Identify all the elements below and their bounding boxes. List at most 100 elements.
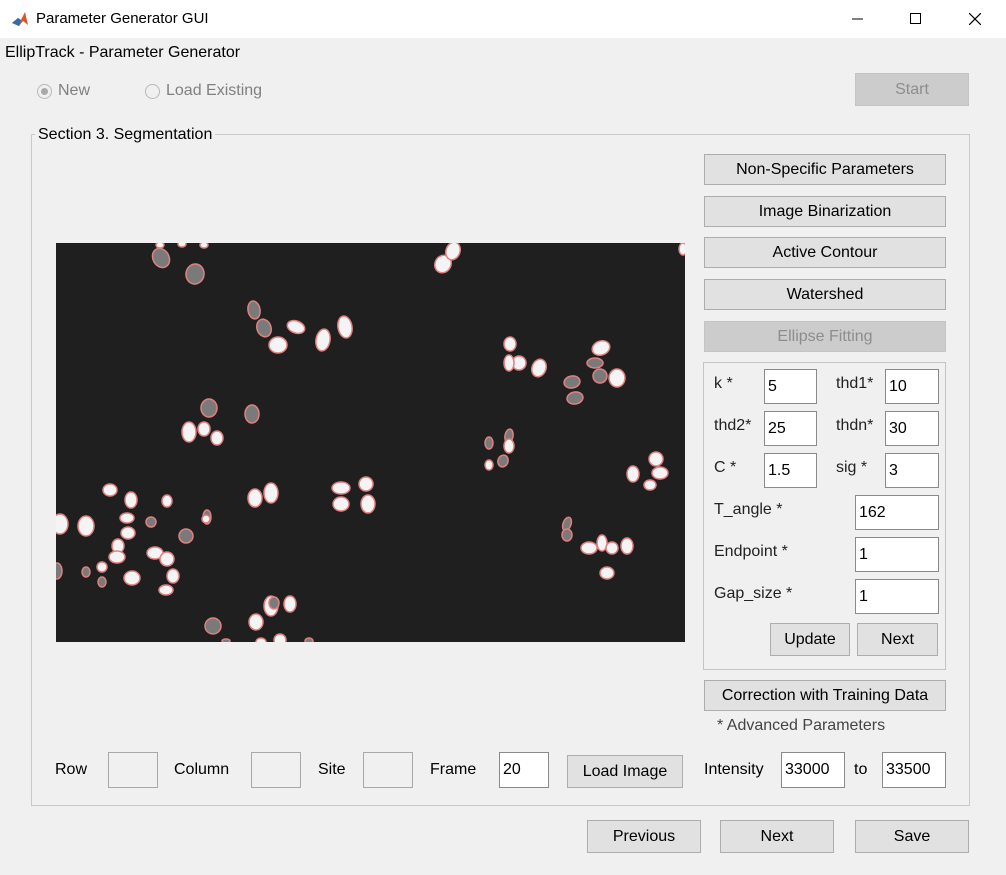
sig-label: sig * — [836, 459, 868, 476]
segmented-cell — [592, 368, 608, 384]
segmented-cell — [608, 368, 626, 388]
segmented-cell — [199, 243, 209, 249]
k-input[interactable] — [764, 369, 817, 404]
thd2-input[interactable] — [764, 411, 817, 446]
t-angle-label: T_angle * — [714, 501, 783, 518]
segmented-cell — [331, 481, 351, 495]
update-button[interactable]: Update — [770, 623, 850, 656]
segmented-cell — [315, 328, 331, 352]
close-icon — [969, 13, 981, 25]
app-heading: EllipTrack - Parameter Generator — [5, 44, 241, 61]
segmented-cell — [599, 566, 615, 580]
thdn-label: thdn* — [836, 417, 874, 434]
segmented-cell — [151, 247, 171, 269]
radio-load-existing[interactable]: Load Existing — [145, 82, 262, 100]
intensity-to-input[interactable] — [882, 752, 946, 788]
segmented-cell — [97, 576, 107, 588]
image-binarization-button[interactable]: Image Binarization — [704, 196, 946, 227]
segmented-cell — [56, 513, 69, 535]
segmented-cell — [181, 421, 197, 443]
segmented-cell — [124, 491, 138, 509]
segmented-cell — [497, 454, 509, 468]
segmented-cell — [123, 570, 141, 586]
segmented-cell — [503, 336, 517, 352]
site-input[interactable] — [363, 752, 413, 788]
segmented-cell — [605, 541, 619, 555]
segmented-cell — [268, 336, 288, 354]
radio-selected-icon — [37, 83, 52, 99]
active-contour-button[interactable]: Active Contour — [704, 237, 946, 268]
save-button[interactable]: Save — [855, 820, 969, 853]
segmented-cell — [247, 488, 263, 508]
segmented-cell — [360, 494, 376, 514]
start-button[interactable]: Start — [855, 73, 969, 106]
radio-new[interactable]: New — [37, 82, 90, 100]
title-bar: Parameter Generator GUI — [0, 0, 1006, 38]
section-title: Section 3. Segmentation — [35, 126, 216, 144]
segmented-cell — [530, 358, 548, 378]
segmented-cell — [81, 566, 91, 578]
non-specific-parameters-button[interactable]: Non-Specific Parameters — [704, 154, 946, 185]
gap-size-input[interactable] — [855, 579, 939, 614]
segmented-cell — [108, 550, 126, 564]
segmented-cell — [166, 568, 180, 584]
segmented-cell — [77, 515, 95, 537]
column-input[interactable] — [251, 752, 301, 788]
segmented-cell — [201, 514, 211, 524]
segmented-cell — [484, 459, 494, 471]
matlab-icon — [10, 9, 30, 29]
load-image-button[interactable]: Load Image — [567, 755, 683, 788]
ellipse-fitting-button[interactable]: Ellipse Fitting — [704, 321, 946, 352]
segmented-cell — [255, 637, 267, 642]
segmented-cell — [221, 638, 231, 642]
segmentation-image — [56, 243, 685, 642]
sig-input[interactable] — [885, 453, 939, 488]
segmented-cell — [200, 398, 218, 418]
endpoint-input[interactable] — [855, 537, 939, 572]
segmented-cell — [580, 541, 598, 555]
endpoint-label: Endpoint * — [714, 543, 788, 560]
t-angle-input[interactable] — [855, 495, 939, 530]
segmented-cell — [273, 633, 287, 642]
maximize-button[interactable] — [887, 0, 945, 38]
c-input[interactable] — [764, 453, 817, 488]
segmented-cell — [643, 479, 657, 491]
thd1-input[interactable] — [885, 369, 939, 404]
segmented-cell — [503, 438, 515, 454]
intensity-label: Intensity — [704, 761, 764, 778]
thd1-label: thd1* — [836, 375, 874, 392]
segmented-cell — [678, 243, 685, 256]
segmented-cell — [119, 512, 135, 524]
previous-button[interactable]: Previous — [587, 820, 701, 853]
minimize-icon — [852, 18, 863, 20]
segmented-cell — [358, 476, 374, 492]
segmented-cell — [247, 300, 261, 320]
segmented-cell — [586, 357, 604, 369]
segmented-cell — [561, 528, 573, 542]
segmented-cell — [332, 496, 350, 512]
segmented-cell — [255, 318, 273, 338]
row-input[interactable] — [108, 752, 158, 788]
segmented-cell — [204, 617, 222, 635]
watershed-button[interactable]: Watershed — [704, 279, 946, 310]
segmented-cell — [286, 319, 306, 335]
minimize-button[interactable] — [829, 0, 887, 38]
frame-input[interactable] — [499, 752, 549, 788]
thd2-label: thd2* — [714, 417, 752, 434]
segmented-cell — [268, 596, 280, 610]
segmented-cell — [651, 466, 669, 480]
segmented-cell — [283, 595, 297, 613]
site-label: Site — [318, 761, 346, 778]
segmented-cell — [197, 421, 211, 437]
thdn-input[interactable] — [885, 411, 939, 446]
segmented-cell — [263, 482, 279, 504]
segmented-cell — [566, 391, 584, 405]
correction-training-data-button[interactable]: Correction with Training Data — [704, 680, 946, 711]
close-button[interactable] — [946, 0, 1004, 38]
segmented-cell — [591, 339, 611, 357]
intensity-from-input[interactable] — [781, 752, 845, 788]
maximize-icon — [910, 13, 921, 24]
window-title: Parameter Generator GUI — [36, 10, 209, 27]
panel-next-button[interactable]: Next — [857, 623, 938, 656]
footer-next-button[interactable]: Next — [720, 820, 834, 853]
